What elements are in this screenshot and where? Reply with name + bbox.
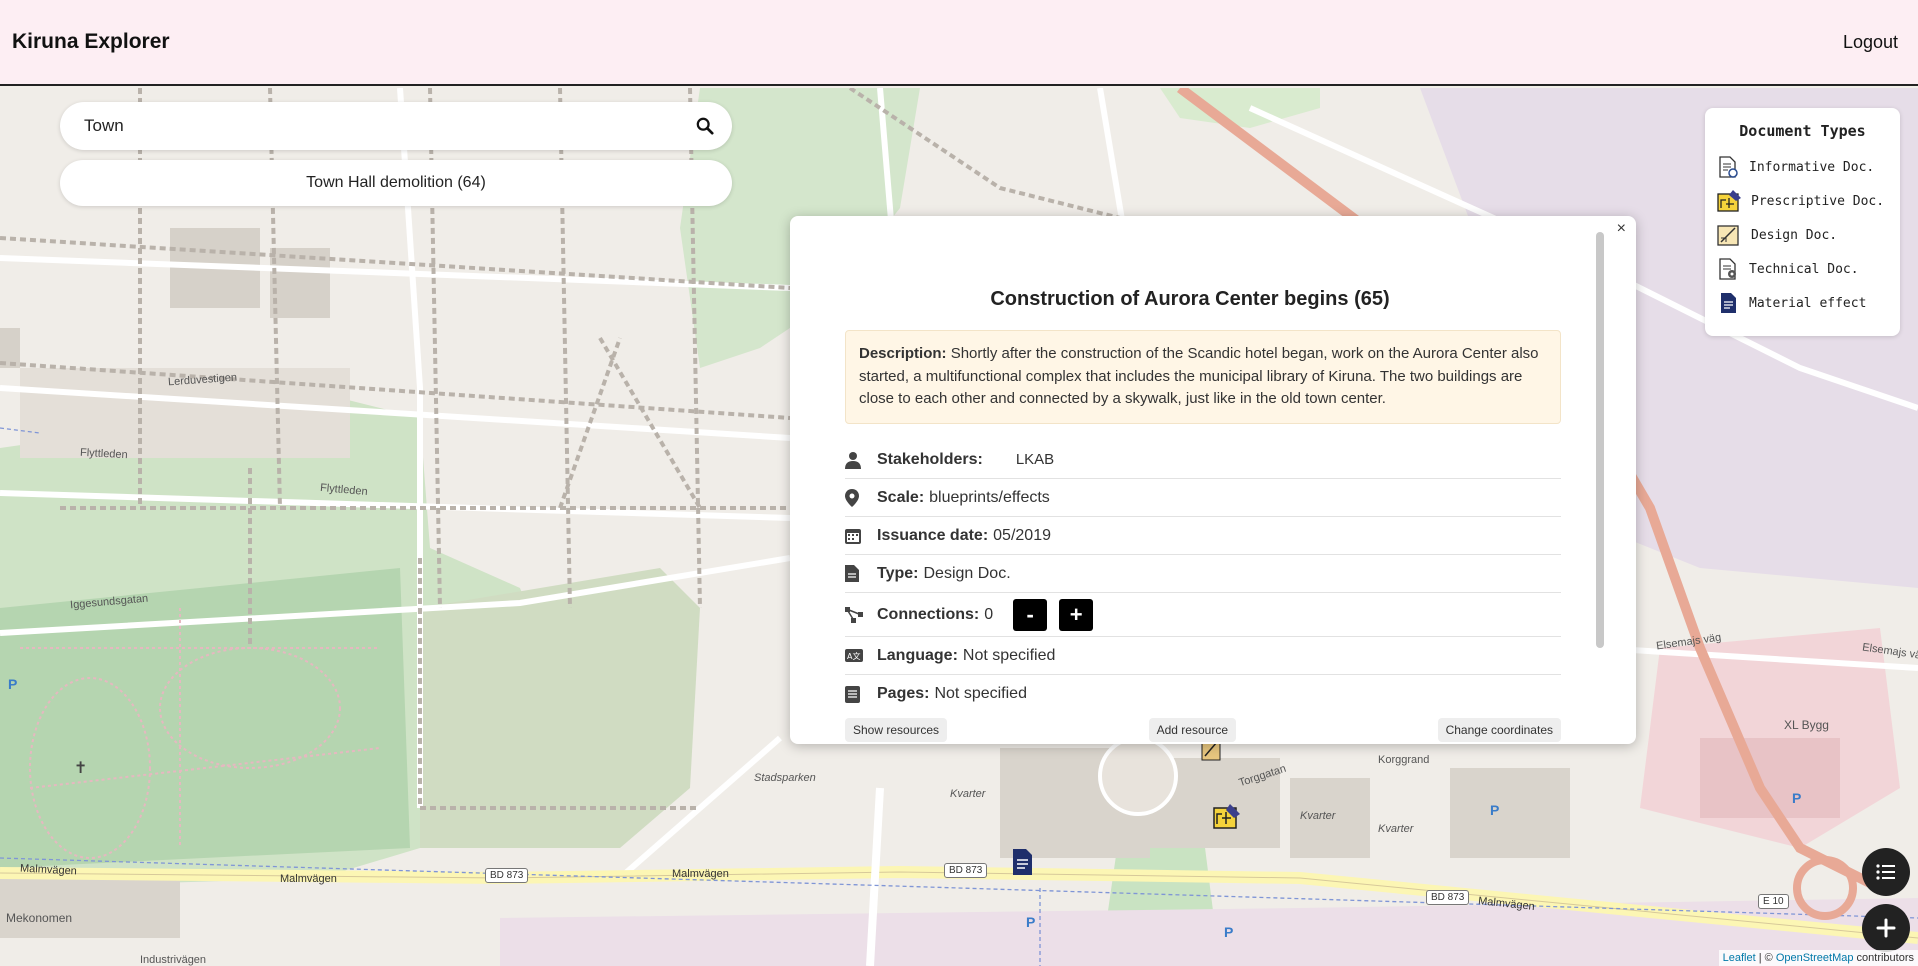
map-attribution: Leaflet | © OpenStreetMap contributors: [1718, 950, 1918, 966]
legend-label: Informative Doc.: [1749, 159, 1875, 175]
document-detail-modal: × Construction of Aurora Center begins (…: [790, 216, 1636, 744]
resource-actions: Show resources Add resource Change coord…: [845, 718, 1561, 742]
user-icon: [845, 451, 861, 469]
description-box: Description: Shortly after the construct…: [845, 330, 1561, 424]
block-label: Kvarter: [1300, 810, 1336, 822]
road-shield: BD 873: [485, 868, 529, 883]
leaflet-link[interactable]: Leaflet: [1723, 952, 1756, 964]
add-connection-button[interactable]: +: [1059, 598, 1094, 631]
pages-row: Pages: Not specified: [845, 675, 1561, 713]
scale-row: Scale: blueprints/effects: [845, 479, 1561, 517]
legend-item-informative: Informative Doc.: [1717, 150, 1888, 184]
show-resources-button[interactable]: Show resources: [845, 718, 948, 742]
material-effect-marker-icon[interactable]: [1010, 848, 1034, 876]
type-label: Type:: [877, 564, 919, 582]
scale-value: blueprints/effects: [929, 488, 1050, 506]
description-text: Shortly after the construction of the Sc…: [859, 345, 1539, 407]
svg-text:A文: A文: [847, 651, 860, 661]
osm-link[interactable]: OpenStreetMap: [1776, 952, 1854, 964]
document-types-legend: Document Types Informative Doc. Prescrip…: [1705, 108, 1900, 336]
connections-row: Connections: 0 - +: [845, 593, 1561, 637]
street-label: Malmvägen: [672, 868, 729, 880]
attribution-separator: | ©: [1755, 952, 1776, 964]
place-label: Mekonomen: [6, 911, 73, 925]
issuance-date-row: Issuance date: 05/2019: [845, 517, 1561, 555]
parking-icon: P: [1490, 802, 1500, 818]
scale-label: Scale:: [877, 488, 925, 506]
pages-value: Not specified: [934, 685, 1027, 702]
informative-doc-icon: [1719, 156, 1738, 178]
search-bar: [60, 102, 732, 150]
legend-label: Technical Doc.: [1749, 261, 1859, 277]
location-pin-icon: [845, 488, 859, 507]
block-label: Kvarter: [1378, 823, 1414, 835]
language-row: A文 Language: Not specified: [845, 637, 1561, 675]
calendar-icon: [845, 529, 861, 544]
legend-label: Material effect: [1749, 295, 1867, 311]
issuance-date-label: Issuance date:: [877, 526, 989, 544]
legend-label: Design Doc.: [1751, 227, 1838, 243]
remove-connection-button[interactable]: -: [1013, 598, 1048, 631]
road-shield: E 10: [1758, 894, 1789, 909]
language-value: Not specified: [962, 646, 1056, 664]
close-icon[interactable]: ×: [1617, 220, 1626, 238]
design-doc-icon: [1717, 225, 1739, 246]
book-icon: [845, 685, 860, 703]
legend-item-material: Material effect: [1717, 286, 1888, 320]
technical-doc-icon: [1719, 258, 1736, 280]
street-label: Flyttleden: [79, 446, 128, 462]
cemetery-cross-icon: ✝: [74, 760, 88, 777]
type-value: Design Doc.: [923, 564, 1011, 582]
file-icon: [845, 565, 859, 582]
parking-icon: P: [1792, 790, 1802, 806]
document-fields: Stakeholders: LKAB Scale: blueprints/eff…: [845, 441, 1561, 713]
plus-icon: [1876, 918, 1896, 938]
legend-item-design: Design Doc.: [1717, 218, 1888, 252]
prescriptive-doc-marker-icon[interactable]: [1212, 802, 1242, 832]
material-effect-icon: [1721, 293, 1736, 313]
connections-label: Connections:: [877, 605, 980, 623]
add-resource-button[interactable]: Add resource: [1148, 718, 1236, 742]
add-document-button[interactable]: [1862, 904, 1910, 952]
place-label: XL Bygg: [1784, 718, 1829, 732]
change-coordinates-button[interactable]: Change coordinates: [1437, 718, 1561, 742]
street-label: Industrivägen: [140, 954, 207, 966]
park-label: Stadsparken: [754, 772, 816, 784]
street-label: Malmvägen: [280, 873, 337, 885]
top-navbar: Kiruna Explorer Logout: [0, 0, 1918, 86]
road-shield: BD 873: [944, 863, 988, 878]
list-icon: [1876, 864, 1895, 880]
attribution-suffix: contributors: [1853, 952, 1914, 964]
search-input[interactable]: [84, 116, 696, 136]
legend-item-prescriptive: Prescriptive Doc.: [1717, 184, 1888, 218]
search-suggestion[interactable]: Town Hall demolition (64): [60, 160, 732, 206]
legend-label: Prescriptive Doc.: [1751, 193, 1885, 209]
connections-icon: [845, 606, 863, 623]
parking-icon: P: [8, 676, 18, 692]
language-icon: A文: [845, 649, 863, 662]
stakeholders-value: LKAB: [1015, 451, 1055, 468]
parking-icon: P: [1026, 914, 1036, 930]
stakeholders-label: Stakeholders:: [877, 450, 983, 468]
street-label: Korggrand: [1378, 754, 1430, 766]
type-row: Type: Design Doc.: [845, 555, 1561, 593]
block-label: Kvarter: [950, 788, 986, 800]
language-label: Language:: [877, 646, 958, 664]
list-view-button[interactable]: [1862, 848, 1910, 896]
legend-title: Document Types: [1739, 122, 1866, 140]
pages-label: Pages:: [877, 685, 930, 702]
logout-button[interactable]: Logout: [1843, 32, 1898, 53]
search-icon[interactable]: [696, 117, 714, 135]
stakeholders-row: Stakeholders: LKAB: [845, 441, 1561, 479]
connections-value: 0: [984, 605, 994, 623]
issuance-date-value: 05/2019: [993, 526, 1051, 544]
road-shield: BD 873: [1426, 890, 1470, 905]
prescriptive-doc-icon: [1717, 190, 1741, 212]
app-title[interactable]: Kiruna Explorer: [12, 30, 170, 54]
description-label: Description:: [859, 345, 947, 362]
parking-icon: P: [1224, 924, 1234, 940]
modal-scrollbar[interactable]: [1596, 232, 1604, 648]
legend-item-technical: Technical Doc.: [1717, 252, 1888, 286]
document-title: Construction of Aurora Center begins (65…: [990, 288, 1390, 310]
